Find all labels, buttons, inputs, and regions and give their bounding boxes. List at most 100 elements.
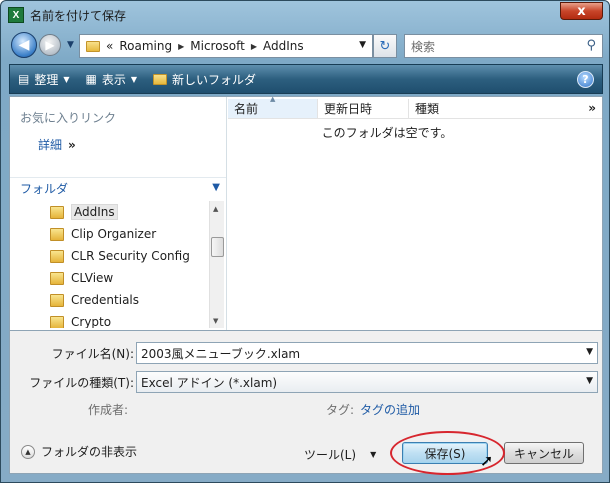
add-tag-link[interactable]: タグの追加 bbox=[360, 401, 420, 418]
folders-header[interactable]: フォルダ ▼ bbox=[10, 177, 226, 199]
browser-content: お気に入りリンク 詳細 » フォルダ ▼ AddIns Clip Organiz… bbox=[9, 95, 603, 331]
folders-label: フォルダ bbox=[20, 182, 69, 196]
new-folder-button[interactable]: 新しいフォルダ bbox=[145, 65, 264, 93]
detail-label: 詳細 bbox=[38, 138, 63, 152]
address-bar[interactable]: « Roaming ▶ Microsoft ▶ AddIns ▼ bbox=[79, 34, 373, 58]
tree-item[interactable]: Clip Organizer bbox=[10, 223, 209, 245]
empty-folder-message: このフォルダは空です。 bbox=[321, 126, 453, 140]
search-icon[interactable]: ⚲ bbox=[586, 38, 596, 53]
refresh-button[interactable]: ↻ bbox=[373, 34, 397, 58]
tree-item-label: CLR Security Config bbox=[71, 249, 190, 263]
scrollbar-thumb[interactable] bbox=[211, 237, 224, 257]
tree-item-label: Credentials bbox=[71, 293, 140, 307]
window-title: 名前を付けて保存 bbox=[30, 8, 127, 23]
new-folder-label: 新しいフォルダ bbox=[172, 72, 257, 87]
tree-item[interactable]: Credentials bbox=[10, 289, 209, 311]
save-as-dialog: X 名前を付けて保存 x ◀ ▶ ▼ « Roaming ▶ Microsoft… bbox=[0, 0, 610, 483]
views-button[interactable]: ▦ 表示 ▼ bbox=[78, 65, 146, 93]
chevron-down-icon[interactable]: ▼ bbox=[586, 347, 593, 357]
column-type[interactable]: 種類 bbox=[409, 99, 509, 118]
column-name[interactable]: ▲ 名前 bbox=[228, 95, 318, 118]
hide-folders-button[interactable]: ▲ フォルダの非表示 bbox=[21, 443, 137, 460]
organize-button[interactable]: ▤ 整理 ▼ bbox=[10, 65, 78, 93]
tags-label: タグ: bbox=[326, 403, 355, 417]
chevron-right-icon[interactable]: ▶ bbox=[251, 42, 257, 51]
search-input[interactable]: 検索 ⚲ bbox=[404, 34, 603, 58]
breadcrumb-addins[interactable]: AddIns bbox=[263, 39, 304, 53]
column-headers: ▲ 名前 更新日時 種類 » bbox=[228, 95, 602, 119]
folder-icon bbox=[50, 249, 64, 263]
double-chevron-icon: » bbox=[68, 137, 76, 152]
chevron-down-icon[interactable]: ▼ bbox=[586, 376, 593, 386]
address-dropdown-icon[interactable]: ▼ bbox=[359, 40, 366, 50]
scroll-down-icon[interactable]: ▼ bbox=[213, 317, 218, 325]
organize-label: 整理 bbox=[34, 72, 59, 87]
chevron-down-icon: ▼ bbox=[63, 74, 70, 84]
folder-icon bbox=[50, 205, 64, 219]
filename-label: ファイル名(N): bbox=[51, 346, 134, 361]
column-name-label: 名前 bbox=[234, 102, 259, 116]
back-button[interactable]: ◀ bbox=[11, 32, 37, 58]
folder-tree: AddIns Clip Organizer CLR Security Confi… bbox=[10, 201, 209, 328]
recent-pages-dropdown[interactable]: ▼ bbox=[67, 40, 74, 50]
refresh-icon: ↻ bbox=[379, 38, 391, 54]
tree-item[interactable]: CLView bbox=[10, 267, 209, 289]
collapse-up-icon: ▲ bbox=[21, 444, 35, 459]
chevron-down-icon: ▼ bbox=[212, 182, 220, 193]
tree-scrollbar[interactable]: ▲ ▼ bbox=[209, 201, 224, 328]
navigation-pane: お気に入りリンク 詳細 » フォルダ ▼ AddIns Clip Organiz… bbox=[10, 97, 227, 330]
tree-item-label: CLView bbox=[71, 271, 114, 285]
breadcrumb-overflow[interactable]: « bbox=[106, 39, 113, 53]
tools-label: ツール(L) bbox=[304, 448, 357, 462]
folder-icon bbox=[50, 271, 64, 285]
mouse-cursor-icon: ➚ bbox=[480, 451, 494, 470]
more-columns-icon[interactable]: » bbox=[588, 101, 596, 115]
tree-item[interactable]: CLR Security Config bbox=[10, 245, 209, 267]
sort-ascending-icon: ▲ bbox=[270, 95, 276, 103]
tree-item-label: AddIns bbox=[71, 204, 118, 220]
chevron-down-icon: ▼ bbox=[370, 450, 377, 459]
favorites-header: お気に入りリンク bbox=[20, 111, 117, 125]
navigation-bar: ◀ ▶ ▼ « Roaming ▶ Microsoft ▶ AddIns ▼ ↻… bbox=[9, 31, 603, 61]
filetype-label: ファイルの種類(T): bbox=[29, 375, 134, 390]
favorites-detail-link[interactable]: 詳細 » bbox=[38, 136, 76, 153]
column-type-label: 種類 bbox=[415, 102, 440, 116]
folder-icon bbox=[50, 315, 64, 328]
save-form: ファイル名(N): 2003風メニューブック.xlam ▼ ファイルの種類(T)… bbox=[9, 331, 603, 429]
filename-value: 2003風メニューブック.xlam bbox=[141, 346, 301, 361]
arrow-left-icon: ◀ bbox=[18, 37, 30, 53]
tree-item-label: Crypto bbox=[71, 315, 112, 328]
column-modified-label: 更新日時 bbox=[324, 102, 373, 116]
filename-field[interactable]: 2003風メニューブック.xlam ▼ bbox=[136, 342, 598, 364]
folder-icon bbox=[50, 227, 64, 241]
tree-item[interactable]: Crypto bbox=[10, 311, 209, 328]
cancel-button[interactable]: キャンセル bbox=[504, 442, 584, 464]
column-modified[interactable]: 更新日時 bbox=[318, 99, 409, 118]
new-folder-icon bbox=[153, 73, 168, 85]
folder-icon bbox=[86, 40, 100, 52]
excel-app-icon: X bbox=[8, 7, 24, 23]
breadcrumb-microsoft[interactable]: Microsoft bbox=[190, 39, 245, 53]
views-icon: ▦ bbox=[85, 72, 97, 86]
chevron-right-icon[interactable]: ▶ bbox=[178, 42, 184, 51]
close-button[interactable]: x bbox=[560, 2, 603, 20]
organize-icon: ▤ bbox=[18, 72, 30, 86]
filetype-value: Excel アドイン (*.xlam) bbox=[141, 375, 278, 390]
hide-folders-label: フォルダの非表示 bbox=[41, 445, 138, 459]
chevron-down-icon: ▼ bbox=[130, 74, 138, 84]
search-placeholder: 検索 bbox=[411, 39, 436, 54]
cancel-label: キャンセル bbox=[513, 446, 574, 461]
tools-button[interactable]: ツール(L) ▼ bbox=[304, 446, 376, 463]
views-label: 表示 bbox=[101, 72, 126, 87]
dialog-footer: ▲ フォルダの非表示 ツール(L) ▼ 保存(S) キャンセル ➚ bbox=[9, 429, 603, 475]
file-list: ▲ 名前 更新日時 種類 » このフォルダは空です。 bbox=[228, 95, 602, 330]
forward-button[interactable]: ▶ bbox=[39, 34, 61, 56]
tree-item[interactable]: AddIns bbox=[10, 201, 209, 223]
filetype-select[interactable]: Excel アドイン (*.xlam) ▼ bbox=[136, 371, 598, 393]
author-label: 作成者: bbox=[88, 403, 129, 417]
scroll-up-icon[interactable]: ▲ bbox=[213, 205, 218, 213]
command-toolbar: ▤ 整理 ▼ ▦ 表示 ▼ 新しいフォルダ ? bbox=[9, 64, 603, 94]
help-icon[interactable]: ? bbox=[577, 71, 594, 88]
folder-icon bbox=[50, 293, 64, 307]
breadcrumb-roaming[interactable]: Roaming bbox=[119, 39, 172, 53]
